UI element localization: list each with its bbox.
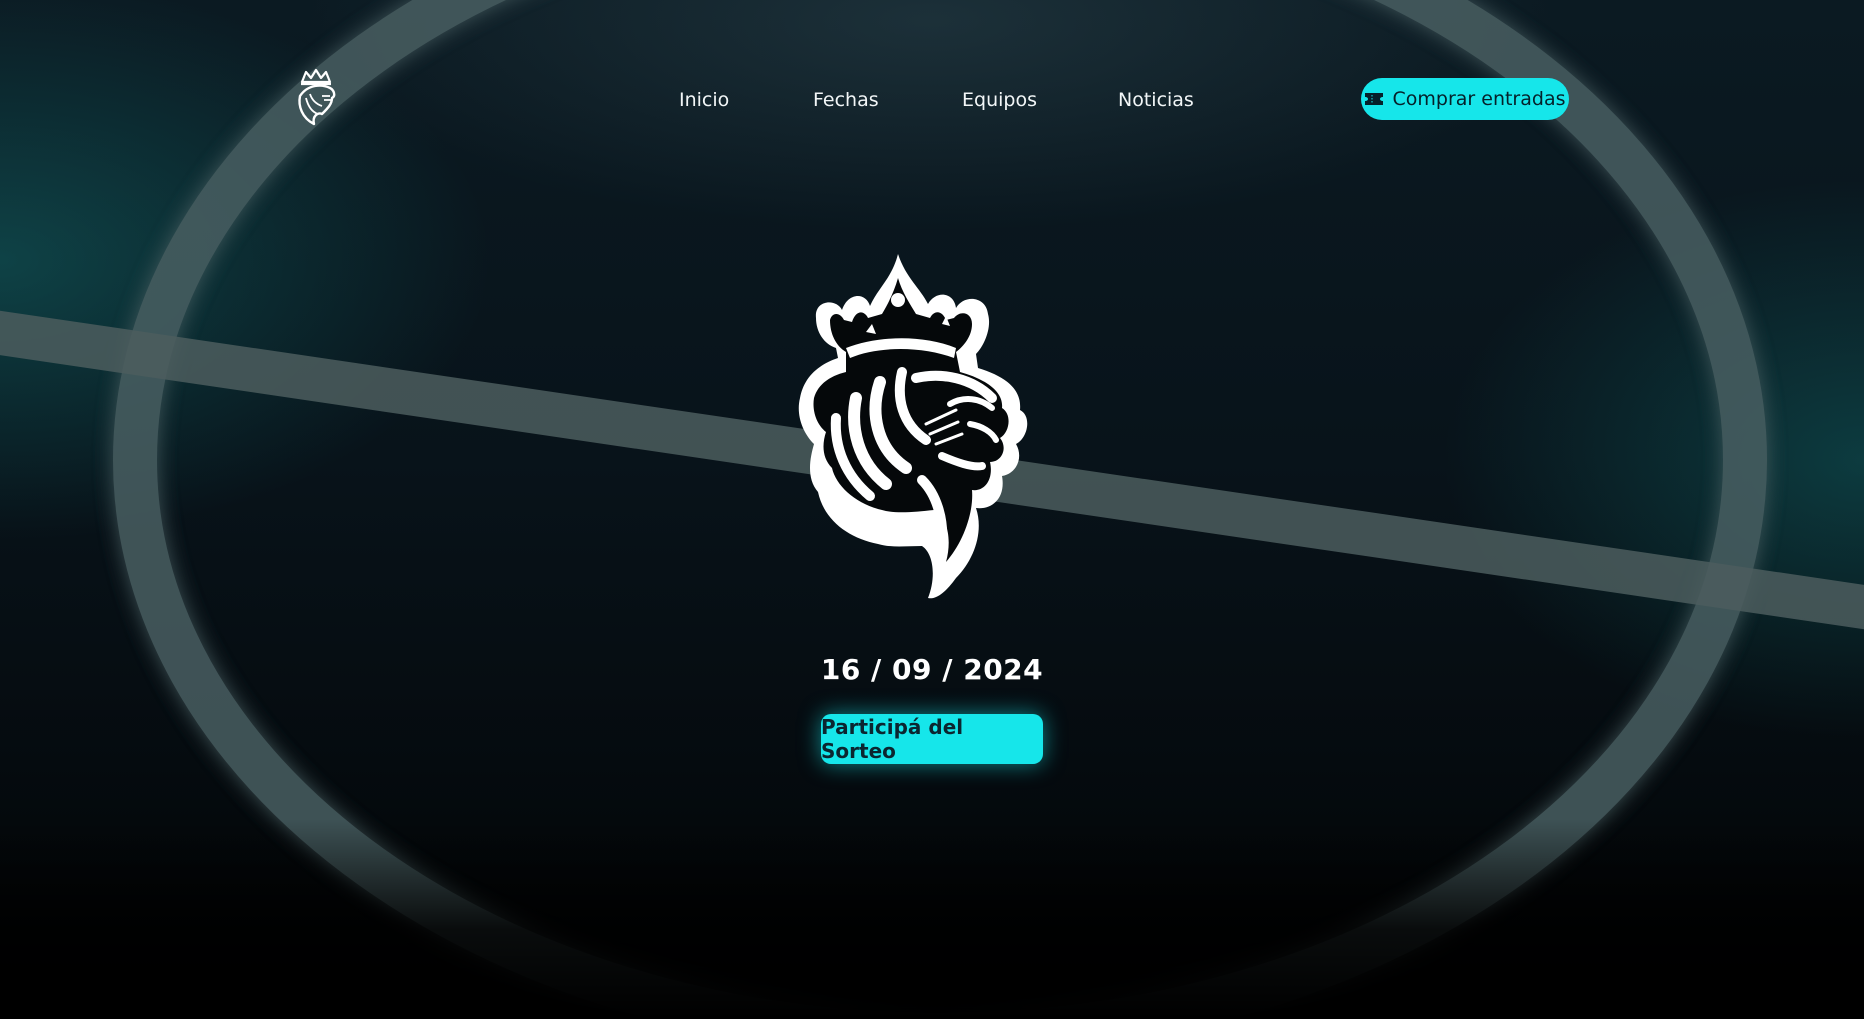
buy-tickets-button[interactable]: Comprar entradas xyxy=(1361,78,1569,120)
landing-page: Inicio Fechas Equipos Noticias Comprar e… xyxy=(0,0,1864,1019)
bottom-fade xyxy=(0,819,1864,1019)
ticket-icon xyxy=(1365,93,1384,105)
main-nav: Inicio Fechas Equipos Noticias xyxy=(0,86,1864,116)
nav-item-noticias[interactable]: Noticias xyxy=(1118,86,1194,114)
event-date: 16 / 09 / 2024 xyxy=(820,653,1044,686)
crowned-lion-icon xyxy=(798,254,1028,599)
nav-item-equipos[interactable]: Equipos xyxy=(962,86,1037,114)
nav-item-inicio[interactable]: Inicio xyxy=(679,86,729,114)
raffle-cta-button[interactable]: Participá del Sorteo xyxy=(821,714,1043,764)
site-header: Inicio Fechas Equipos Noticias Comprar e… xyxy=(0,0,1864,200)
nav-item-fechas[interactable]: Fechas xyxy=(813,86,879,114)
buy-tickets-label: Comprar entradas xyxy=(1392,88,1566,110)
